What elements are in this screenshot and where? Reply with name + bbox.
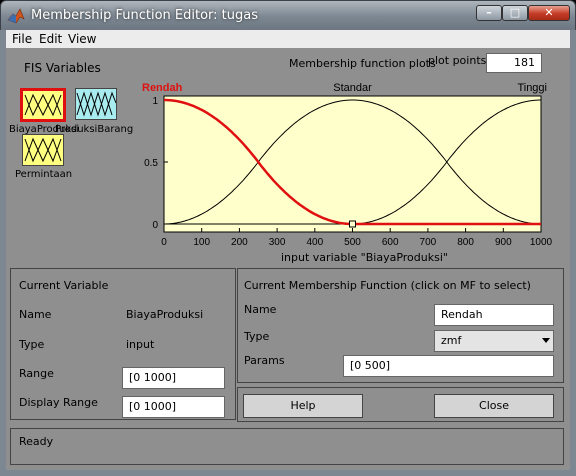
y-tick-label: 0 (152, 220, 158, 231)
matlab-icon (7, 8, 25, 24)
minimize-icon: – (486, 6, 492, 19)
variable-produksibarang-icon[interactable] (75, 88, 117, 120)
mf-type-label: Type (244, 330, 270, 343)
variable-type-value: input (126, 338, 155, 351)
display-range-input[interactable]: [0 1000] (122, 396, 225, 418)
maximize-button[interactable]: □ (502, 5, 528, 21)
variable-permintaan-label: Permintaan (15, 169, 73, 180)
mf-label-rendah[interactable]: Rendah (142, 82, 183, 94)
plot-points-input[interactable]: 181 (486, 53, 542, 73)
membership-function-chart: 0 100 200 300 400 500 600 700 800 900 1000 0 0.5 1 Re… (142, 82, 553, 248)
current-mf-title: Current Membership Function (click on MF… (244, 279, 531, 292)
maximize-icon: □ (509, 6, 521, 19)
chevron-down-icon (542, 338, 550, 343)
mf-label-tinggi[interactable]: Tinggi (517, 82, 547, 94)
mf-params-label: Params (244, 354, 285, 367)
status-panel (10, 428, 564, 465)
range-input[interactable]: [0 1000] (122, 367, 225, 389)
current-variable-title: Current Variable (19, 279, 109, 292)
x-tick-label: 600 (382, 237, 399, 248)
help-button[interactable]: Help (243, 394, 363, 418)
close-window-button[interactable]: ✕ (528, 5, 570, 21)
x-tick-label: 500 (344, 237, 361, 248)
mf-params-input[interactable]: [0 500] (343, 355, 554, 377)
y-tick-label: 1 (152, 96, 158, 107)
x-tick-label: 900 (495, 237, 512, 248)
status-text: Ready (19, 435, 54, 448)
plot-title: Membership function plots (289, 57, 436, 70)
display-range-label: Display Range (19, 396, 98, 409)
menu-file[interactable]: File (11, 31, 33, 47)
mf-type-dropdown[interactable]: zmf (434, 330, 554, 352)
mf-triangles-icon (76, 91, 117, 117)
variable-name-value: BiayaProduksi (126, 308, 204, 321)
x-tick-label: 400 (306, 237, 323, 248)
mf-triangles-icon (24, 137, 62, 163)
minimize-button[interactable]: – (476, 5, 502, 21)
menu-edit[interactable]: Edit (38, 31, 63, 47)
mf-name-input[interactable]: Rendah (434, 304, 554, 326)
close-button[interactable]: Close (434, 394, 554, 418)
variable-name-label: Name (19, 308, 52, 321)
mf-type-value: zmf (441, 334, 462, 347)
mf-handle[interactable] (349, 220, 356, 228)
range-label: Range (19, 367, 54, 380)
x-tick-label: 1000 (530, 237, 553, 248)
variable-biayaproduksi-icon[interactable] (20, 88, 66, 122)
plot-xlabel: input variable "BiayaProduksi" (281, 251, 448, 264)
x-tick-label: 700 (420, 237, 437, 248)
y-tick-label: 0.5 (144, 158, 158, 169)
variable-permintaan-icon[interactable] (22, 134, 64, 166)
x-tick-label: 200 (231, 237, 248, 248)
x-tick-label: 300 (269, 237, 286, 248)
x-tick-label: 800 (457, 237, 474, 248)
mf-triangles-icon (24, 93, 62, 117)
window-title: Membership Function Editor: tugas (31, 8, 258, 23)
menu-view[interactable]: View (67, 31, 97, 47)
mf-name-label: Name (244, 303, 277, 316)
fis-variables-title: FIS Variables (24, 61, 101, 75)
close-icon: ✕ (544, 6, 554, 19)
x-tick-label: 0 (161, 237, 167, 248)
plot-area (163, 95, 542, 233)
variable-type-label: Type (19, 338, 45, 351)
x-tick-label: 100 (193, 237, 210, 248)
plot-points-label: plot points: (428, 54, 491, 67)
mf-label-standar[interactable]: Standar (333, 82, 372, 94)
variable-produksibarang-label: ProduksiBarang (55, 124, 134, 135)
